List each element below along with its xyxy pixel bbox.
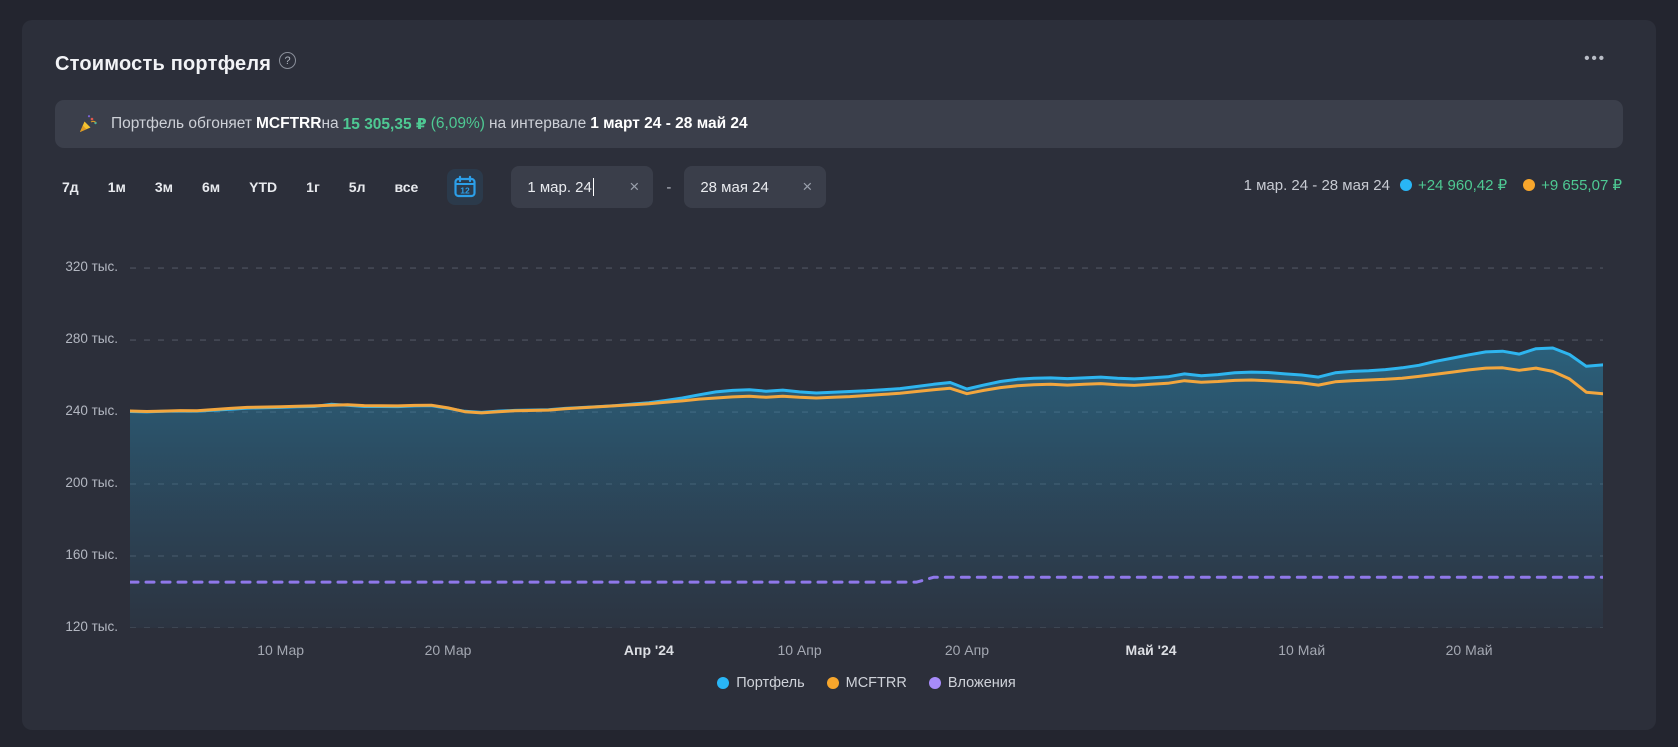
y-axis-label: 160 тыс. (65, 547, 118, 562)
clear-date-from-icon[interactable]: × (621, 177, 639, 197)
mcftrr-legend-dot-icon (826, 677, 839, 689)
x-axis-label: 20 Май (1445, 642, 1493, 658)
portfolio-chart-svg (128, 267, 1605, 629)
more-menu-icon[interactable]: ••• (1584, 50, 1606, 67)
y-axis-label: 200 тыс. (65, 475, 118, 491)
calendar-icon: 12 (454, 175, 476, 198)
y-axis-label: 280 тыс. (65, 331, 118, 347)
portfolio-legend-dot-icon (717, 677, 730, 689)
chart-controls: 7д 1м 3м 6м YTD 1г 5л все 12 1 мар. 24 ×… (62, 166, 827, 208)
svg-text:12: 12 (461, 186, 471, 196)
portfolio-dot-icon (1399, 179, 1412, 191)
range-button-3m[interactable]: 3м (155, 179, 173, 195)
benchmark-comparison-banner: Портфель обгоняет MCFTRR на 15 305,35 ₽ … (55, 100, 1623, 148)
legend-label: Портфель (736, 675, 805, 691)
text-cursor (592, 178, 595, 196)
portfolio-change-value: +24 960,42 ₽ (1417, 177, 1508, 194)
legend-item-portfolio[interactable]: Портфель (717, 675, 805, 691)
page-title-text: Стоимость портфеля (55, 53, 272, 75)
range-button-all[interactable]: все (394, 179, 418, 195)
banner-interval: 1 март 24 - 28 май 24 (590, 115, 748, 132)
range-button-6m[interactable]: 6м (202, 179, 220, 195)
y-axis-label: 120 тыс. (65, 619, 118, 634)
benchmark-change-value: +9 655,07 ₽ (1541, 177, 1622, 194)
range-button-5y[interactable]: 5л (349, 179, 366, 195)
x-axis-label: 10 Мар (257, 642, 305, 658)
date-to-input[interactable]: 28 мая 24 × (684, 166, 827, 208)
x-axis-label: Май '24 (1125, 642, 1177, 658)
y-axis-label: 320 тыс. (65, 259, 118, 275)
banner-prefix: Портфель обгоняет (111, 115, 253, 132)
range-button-1y[interactable]: 1г (306, 179, 320, 195)
invested-legend-dot-icon (928, 677, 941, 689)
date-range-separator: - (666, 178, 672, 196)
y-axis: 320 тыс. 280 тыс. 240 тыс. 200 тыс. 160 тыс.… (22, 240, 118, 634)
legend-label: MCFTRR (845, 675, 907, 691)
x-axis-label: 20 Мар (424, 642, 472, 658)
help-icon[interactable]: ? (279, 52, 297, 69)
x-axis-label: 10 Май (1278, 642, 1326, 658)
legend-label: Вложения (947, 675, 1016, 691)
date-to-value: 28 мая 24 (700, 178, 769, 196)
banner-conn1: на (321, 115, 339, 132)
clear-date-to-icon[interactable]: × (794, 177, 812, 197)
x-axis-label: Апр '24 (623, 642, 674, 658)
calendar-button[interactable]: 12 (447, 169, 484, 205)
range-button-1m[interactable]: 1м (108, 179, 126, 195)
banner-amount: 15 305,35 ₽ (342, 115, 427, 133)
page-title: Стоимость портфеля? (55, 52, 297, 76)
portfolio-value-card: Стоимость портфеля? ••• Портфель обгоняе… (22, 20, 1656, 730)
summary-range-label: 1 мар. 24 - 28 мая 24 (1243, 176, 1390, 194)
y-axis-label: 240 тыс. (65, 403, 118, 419)
x-axis-label: 20 Апр (944, 642, 989, 658)
x-axis-label: 10 Апр (777, 642, 822, 658)
banner-conn2: на интервале (488, 115, 587, 132)
date-from-input[interactable]: 1 мар. 24 × (511, 166, 654, 208)
party-popper-icon (77, 113, 99, 135)
banner-percent: (6,09%) (430, 115, 485, 132)
legend-item-mcftrr[interactable]: MCFTRR (826, 675, 907, 691)
chart-plot-area[interactable] (128, 240, 1605, 629)
date-from-value: 1 мар. 24 (527, 178, 592, 196)
range-button-ytd[interactable]: YTD (249, 179, 277, 195)
chart-legend: Портфель MCFTRR Вложения (130, 675, 1603, 691)
range-button-7d[interactable]: 7д (62, 179, 79, 195)
x-axis: 10 Мар 20 Мар Апр '24 10 Апр 20 Апр Май '24 10… (130, 642, 1603, 662)
benchmark-dot-icon (1523, 179, 1536, 191)
banner-benchmark: MCFTRR (256, 115, 322, 132)
period-summary: 1 мар. 24 - 28 мая 24 +24 960,42 ₽ +9 65… (1243, 176, 1622, 195)
legend-item-invested[interactable]: Вложения (928, 675, 1016, 691)
